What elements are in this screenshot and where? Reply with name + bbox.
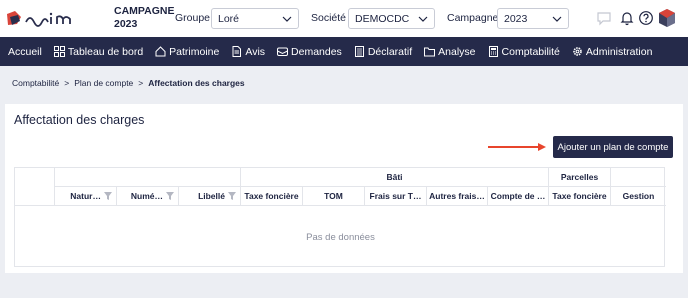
nav-item-administration[interactable]: Administration: [572, 37, 653, 66]
gear-icon: [573, 47, 582, 56]
form-icon: [354, 46, 364, 57]
chevron-down-icon: [282, 16, 292, 22]
breadcrumb-plan-de-compte[interactable]: Plan de compte: [74, 78, 133, 88]
column-label: Libellé: [198, 191, 225, 201]
nav-item-analyse[interactable]: Analyse: [424, 37, 476, 66]
table-header-group-blank: [55, 168, 241, 187]
table-select-header: [15, 168, 55, 206]
groupe-select-value: Loré: [218, 13, 240, 25]
bell-icon[interactable]: [619, 10, 635, 26]
user-avatar-icon[interactable]: [658, 8, 676, 28]
filter-icon[interactable]: [228, 192, 236, 200]
nav-item-avis[interactable]: Avis: [231, 37, 265, 66]
page-title: Affectation des charges: [14, 113, 145, 127]
nav-item-comptabilite[interactable]: Comptabilité: [488, 37, 560, 66]
table-header-libelle[interactable]: Libellé: [179, 187, 241, 206]
table-header-gestion[interactable]: Gestion: [611, 187, 666, 206]
nav-item-label: Administration: [585, 45, 653, 58]
document-icon: [232, 46, 242, 57]
table-header-nature[interactable]: Natur…: [55, 187, 117, 206]
table-header-group-bati: Bâti: [241, 168, 549, 187]
home-icon: [155, 46, 166, 57]
dashboard-icon: [53, 46, 65, 57]
table-header-numero[interactable]: Numé…: [117, 187, 179, 206]
chevron-down-icon: [418, 16, 428, 22]
campagne-select[interactable]: 2023: [497, 8, 569, 29]
app-logo[interactable]: [5, 9, 100, 31]
groupe-select[interactable]: Loré: [211, 8, 299, 29]
campagne-select-value: 2023: [504, 13, 528, 25]
breadcrumb-separator: >: [64, 78, 70, 88]
table-header-group-blank-end: [611, 168, 666, 187]
table-header-group-parcelles: Parcelles: [549, 168, 611, 187]
breadcrumb: Comptabilité > Plan de compte > Affectat…: [12, 78, 245, 88]
column-label: Numé…: [130, 191, 163, 201]
help-icon[interactable]: [638, 10, 654, 26]
breadcrumb-separator: >: [138, 78, 144, 88]
table-header-taxe-fonciere[interactable]: Taxe foncière: [241, 187, 303, 206]
filter-icon[interactable]: [166, 192, 174, 200]
chevron-down-icon: [552, 16, 562, 22]
nav-item-label: Patrimoine: [169, 45, 220, 58]
table-empty-message: Pas de données: [306, 231, 375, 243]
nav-item-tableau-de-bord[interactable]: Tableau de bord: [53, 37, 144, 66]
table-header-taxe-fonciere-parcelles[interactable]: Taxe foncière: [549, 187, 611, 206]
campaign-title-line2: 2023: [114, 18, 138, 30]
folder-icon: [424, 47, 436, 57]
nav-item-declaratif[interactable]: Déclaratif: [354, 37, 412, 66]
table-header-frais[interactable]: Frais sur T…: [365, 187, 427, 206]
nav-item-label: Comptabilité: [501, 45, 560, 58]
add-plan-de-compte-button[interactable]: Ajouter un plan de compte: [553, 136, 673, 158]
societe-select-value: DEMOCDC: [355, 13, 410, 25]
groupe-label: Groupe :: [175, 12, 216, 24]
societe-select[interactable]: DEMOCDC: [348, 8, 435, 29]
filter-icon[interactable]: [104, 192, 112, 200]
nav-item-label: Tableau de bord: [67, 45, 144, 58]
campaign-title-line1: CAMPAGNE: [114, 5, 175, 17]
nav-item-label: Demandes: [291, 45, 342, 58]
nav-item-patrimoine[interactable]: Patrimoine: [155, 37, 219, 66]
mail-icon: [277, 47, 289, 56]
main-card: Affectation des charges Ajouter un plan …: [5, 104, 683, 273]
charges-table: Bâti Parcelles Natur… Numé… Libellé Taxe…: [14, 167, 666, 267]
arrow-right-icon: [488, 143, 546, 151]
calculator-icon: [488, 46, 498, 57]
nav-item-label: Accueil: [8, 45, 42, 58]
column-label: Natur…: [70, 191, 101, 201]
table-header-autres-frais[interactable]: Autres frais…: [427, 187, 488, 206]
nav-item-label: Avis: [245, 45, 266, 58]
nav-item-label: Déclaratif: [367, 45, 413, 58]
campaign-title: CAMPAGNE 2023: [114, 5, 174, 31]
nav-item-label: Analyse: [438, 45, 476, 58]
breadcrumb-comptabilite[interactable]: Comptabilité: [12, 78, 59, 88]
nav-item-demandes[interactable]: Demandes: [277, 37, 342, 66]
chat-icon[interactable]: [596, 10, 612, 26]
table-header-tom[interactable]: TOM: [303, 187, 365, 206]
societe-label: Société :: [311, 12, 352, 24]
table-header-compte[interactable]: Compte de …: [488, 187, 549, 206]
top-bar: CAMPAGNE 2023 Groupe : Loré Société : DE…: [0, 0, 688, 37]
nav-item-accueil[interactable]: Accueil: [8, 37, 42, 66]
main-nav: Accueil Tableau de bord Patrimoine Avis …: [0, 37, 688, 66]
campagne-label: Campagne :: [447, 12, 505, 24]
breadcrumb-current: Affectation des charges: [148, 78, 245, 88]
